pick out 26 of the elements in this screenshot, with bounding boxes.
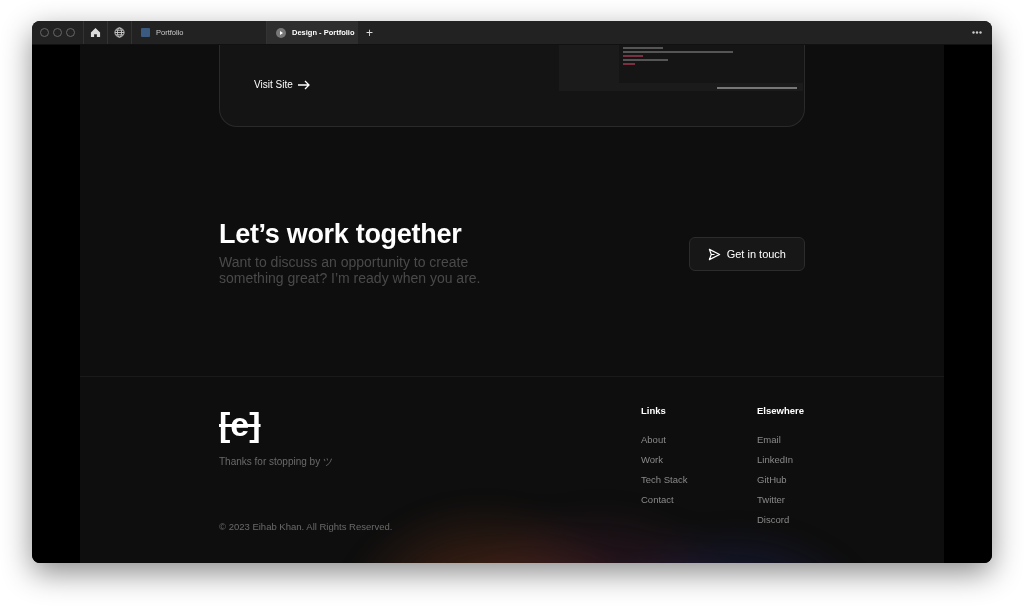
home-icon [90, 27, 101, 38]
page-icon [141, 28, 150, 37]
cta-heading: Let’s work together [219, 219, 463, 250]
globe-icon [114, 27, 125, 38]
footer-link[interactable]: Discord [757, 514, 819, 534]
cta-description: Want to discuss an opportunity to create something great? I’m ready when you are. [219, 254, 482, 286]
logo[interactable]: [e] [219, 405, 261, 443]
copyright-text: © 2023 Eihab Khan. All Rights Reserved. [219, 521, 393, 532]
play-icon [276, 27, 286, 38]
send-icon [707, 247, 721, 261]
visit-site-link[interactable]: Visit Site [254, 79, 310, 90]
more-icon[interactable] [972, 31, 982, 34]
footer-link[interactable]: Tech Stack [641, 474, 703, 494]
footer-link[interactable]: GitHub [757, 474, 819, 494]
tagline: Thanks for stopping by ツ [219, 455, 334, 469]
footer-column-title: Links [641, 405, 667, 416]
arrow-right-icon [297, 79, 310, 90]
footer-link[interactable]: Email [757, 434, 819, 454]
footer-link[interactable]: About [641, 434, 703, 454]
get-in-touch-button[interactable]: Get in touch [688, 237, 805, 271]
footer-column-title: Elsewhere [757, 405, 805, 416]
footer-link[interactable]: LinkedIn [757, 454, 819, 474]
footer-link[interactable]: Work [641, 454, 703, 474]
footer-link[interactable]: Contact [641, 494, 703, 514]
new-tab-button[interactable]: + [358, 25, 381, 40]
footer-link[interactable]: Twitter [757, 494, 819, 514]
